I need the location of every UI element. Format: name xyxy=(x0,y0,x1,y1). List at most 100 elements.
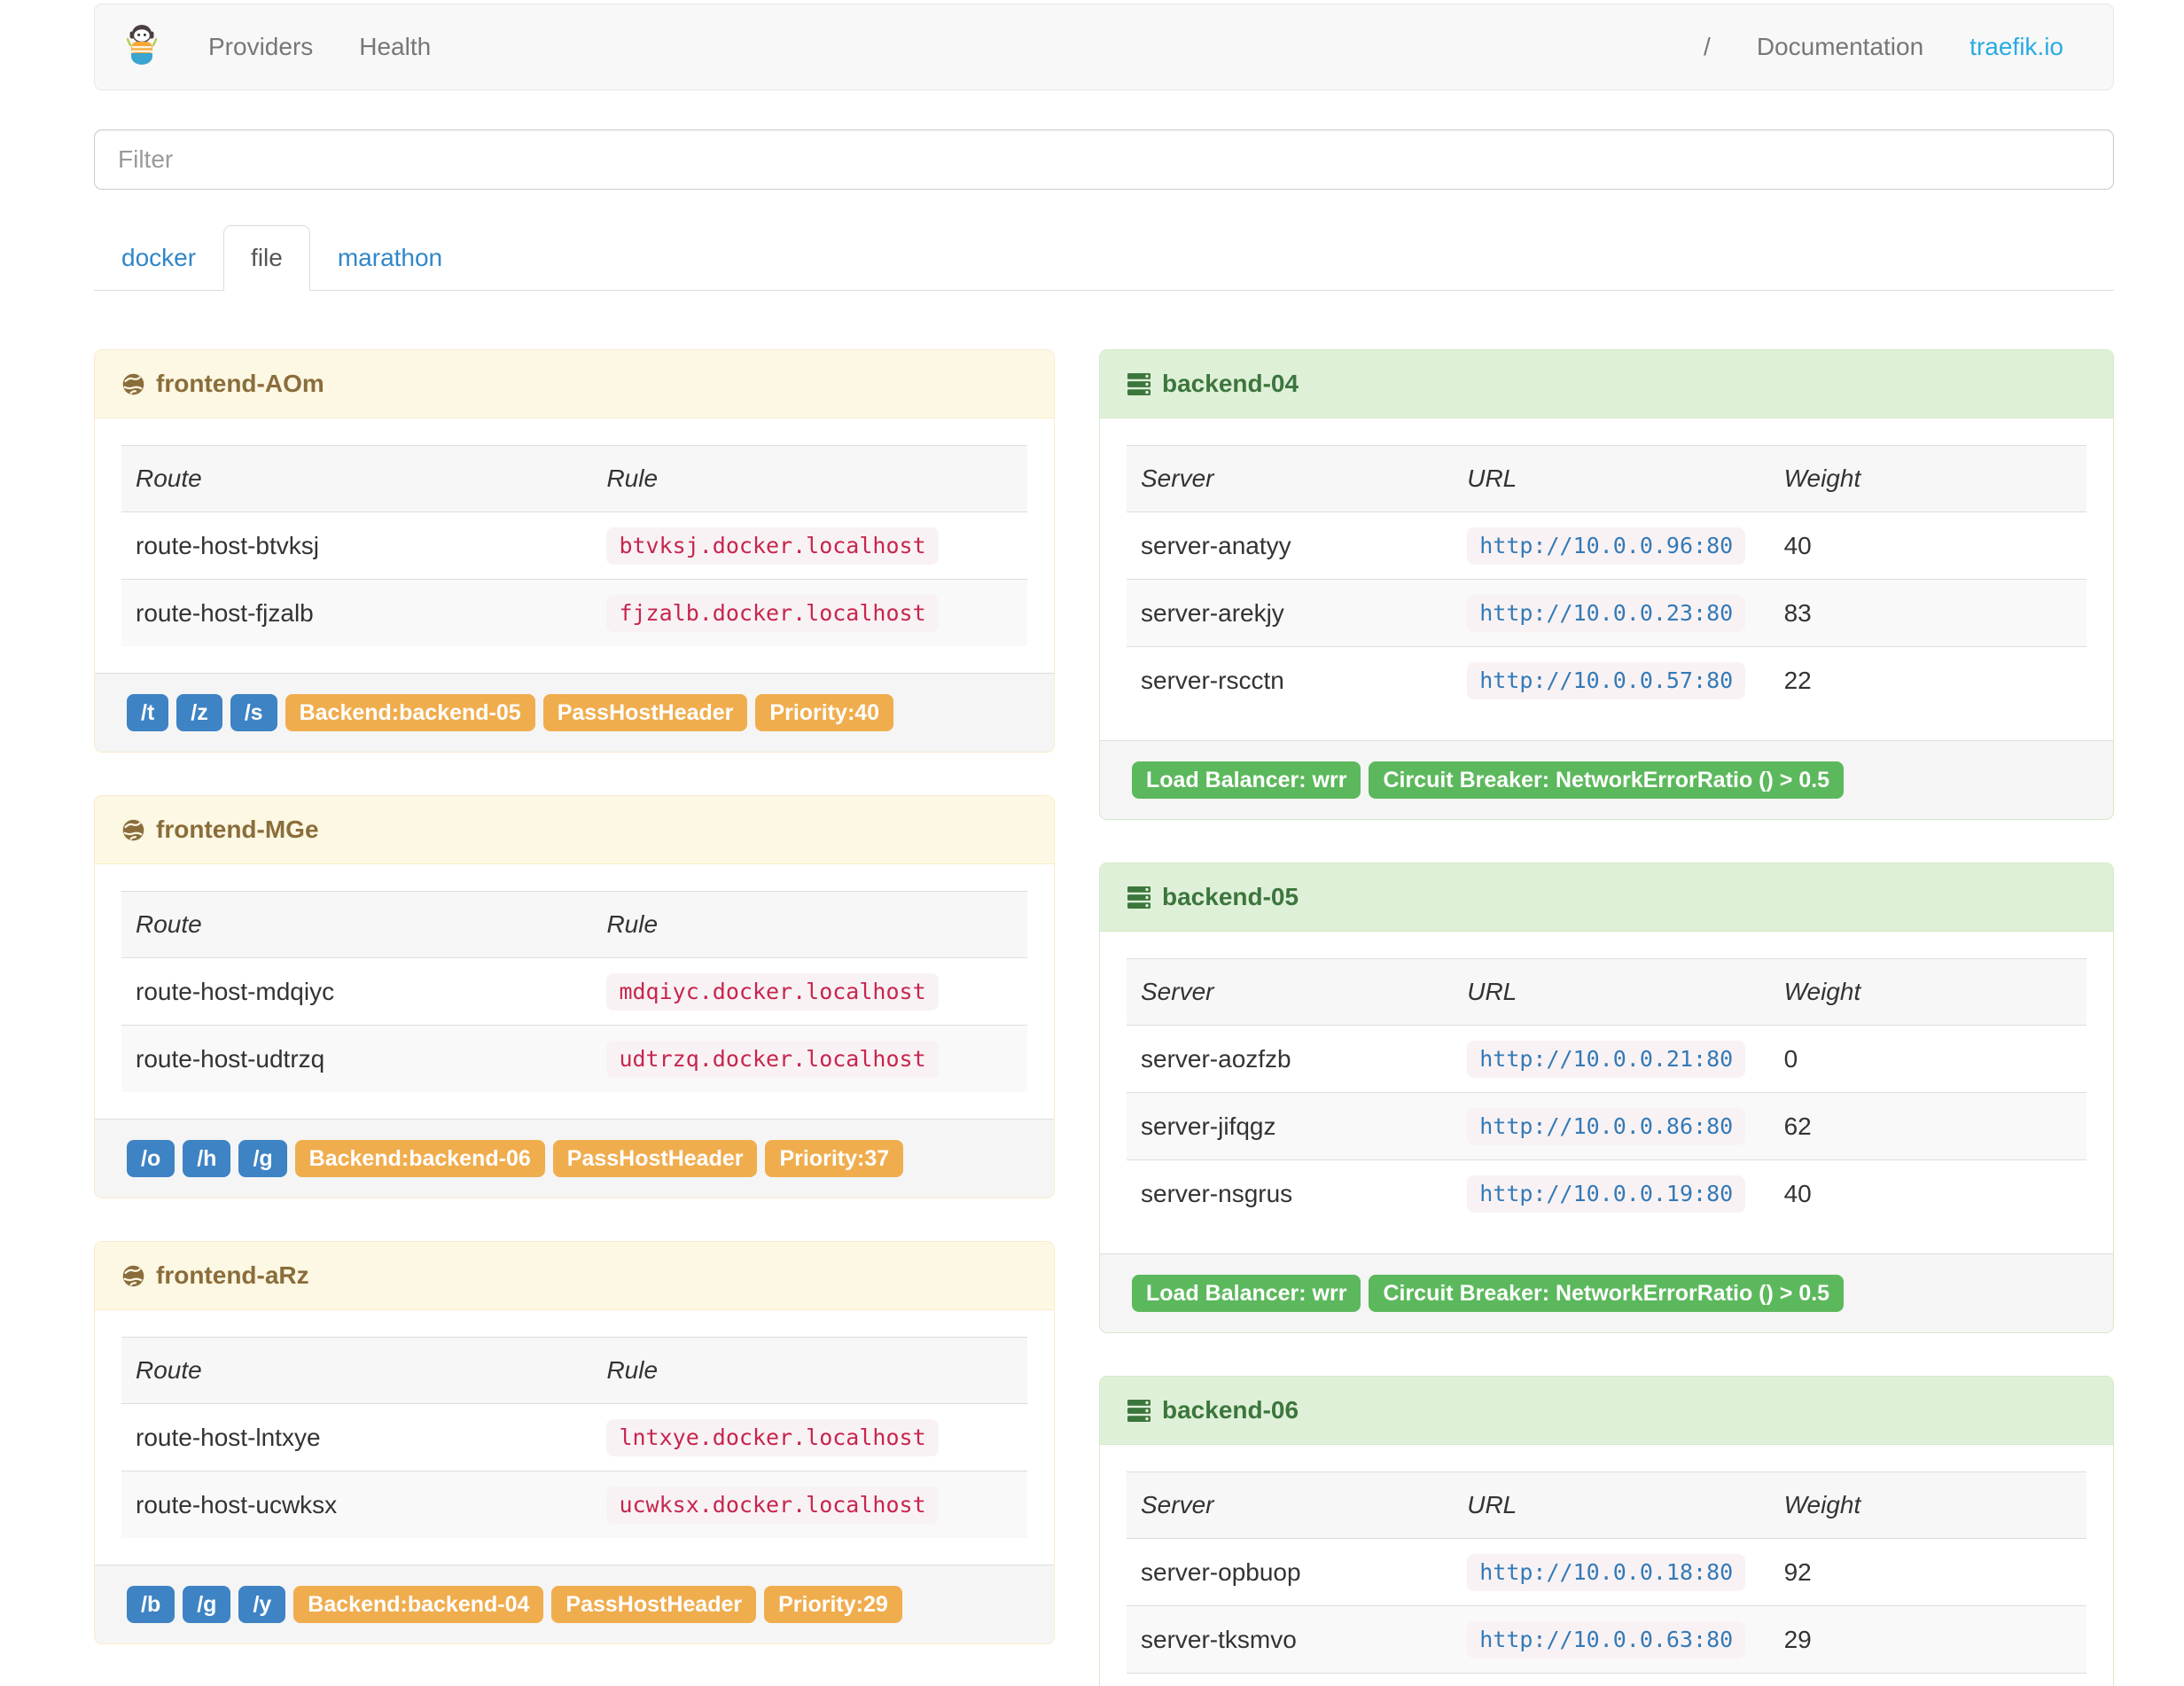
routes-table-header-row: Route Rule xyxy=(121,891,1027,958)
column-header-rule: Rule xyxy=(592,1337,1027,1404)
server-weight: 0 xyxy=(1783,1044,1798,1073)
backend-config-badge: Load Balancer: wrr xyxy=(1132,1275,1361,1312)
frontend-tag-badge: Priority:40 xyxy=(755,694,894,731)
entrypoint-badge: /t xyxy=(127,694,169,731)
server-url-cell: http://10.0.0.23:80 xyxy=(1453,579,1770,647)
frontend-card-body: Route Rule route-host-lntxye lntxye.docke… xyxy=(95,1310,1054,1565)
frontend-name: frontend-MGe xyxy=(156,816,319,843)
routes-table-header-row: Route Rule xyxy=(121,445,1027,512)
route-name: route-host-ucwksx xyxy=(121,1471,593,1538)
frontend-card-footer: /t/z/s Backend:backend-05 PassHostHeader Pr… xyxy=(95,673,1054,752)
server-weight: 62 xyxy=(1769,1092,2086,1160)
backend-card-header: backend-06 xyxy=(1100,1377,2113,1445)
backend-config-badge: Load Balancer: wrr xyxy=(1132,761,1361,799)
nav-link-documentation[interactable]: Documentation xyxy=(1734,4,1946,90)
frontend-name: frontend-aRz xyxy=(156,1261,309,1289)
backend-card-body: Server URL Weight server-opbuop http://10… xyxy=(1100,1445,2113,1686)
nav-link-health[interactable]: Health xyxy=(336,4,454,90)
server-name: server-arekjy xyxy=(1127,579,1454,647)
column-header-server: Server xyxy=(1127,445,1454,512)
filter-input[interactable] xyxy=(94,129,2114,190)
frontend-tag-badge: Priority:29 xyxy=(764,1586,902,1623)
column-header-rule: Rule xyxy=(592,891,1027,958)
frontend-card-header: frontend-AOm xyxy=(95,350,1054,418)
server-url-link[interactable]: http://10.0.0.57:80 xyxy=(1467,662,1746,699)
server-url-cell: http://10.0.0.86:80 xyxy=(1453,1092,1770,1160)
server-weight: 57 xyxy=(1769,1673,2086,1686)
route-rule-cell: udtrzq.docker.localhost xyxy=(592,1025,1027,1092)
server-row: server-arekjy http://10.0.0.23:80 83 xyxy=(1127,579,2086,647)
frontend-tag-badge: Backend:backend-05 xyxy=(285,694,535,731)
backend-name: backend-06 xyxy=(1162,1396,1299,1424)
route-row: route-host-lntxye lntxye.docker.localhost xyxy=(121,1404,1027,1471)
backend-card-header: backend-04 xyxy=(1100,350,2113,418)
servers-table-header-row: Server URL Weight xyxy=(1127,445,2086,512)
nav-link-traefik-io[interactable]: traefik.io xyxy=(1946,4,2086,90)
nav-link-providers[interactable]: Providers xyxy=(185,4,336,90)
server-name: server-tksmvo xyxy=(1127,1605,1454,1674)
frontend-card: frontend-AOm Route Rule route-host-btvks… xyxy=(94,349,1055,753)
traefik-logo-icon xyxy=(126,24,158,71)
frontend-card-footer: /o/h/g Backend:backend-06 PassHostHeader Pr… xyxy=(95,1119,1054,1198)
server-row: server-jifqgz http://10.0.0.86:80 62 xyxy=(1127,1092,2086,1160)
route-rule-code: lntxye.docker.localhost xyxy=(606,1419,939,1456)
route-name: route-host-mdqiyc xyxy=(136,977,335,1005)
backend-card-footer: Load Balancer: wrr Circuit Breaker: Netwo… xyxy=(1100,1253,2113,1332)
tab-docker[interactable]: docker xyxy=(94,225,223,291)
column-header-url: URL xyxy=(1453,958,1770,1026)
server-url-link[interactable]: http://10.0.0.63:80 xyxy=(1467,1621,1746,1659)
tab-marathon[interactable]: marathon xyxy=(310,225,470,291)
server-weight: 92 xyxy=(1783,1557,1812,1586)
server-url-link[interactable]: http://10.0.0.18:80 xyxy=(1467,1554,1746,1591)
entrypoint-badge: /s xyxy=(230,694,277,731)
route-name: route-host-udtrzq xyxy=(121,1025,593,1092)
servers-table-header-row: Server URL Weight xyxy=(1127,1471,2086,1539)
route-rule-code: udtrzq.docker.localhost xyxy=(606,1041,939,1078)
frontend-card-header: frontend-MGe xyxy=(95,796,1054,864)
server-name: server-nsgrus xyxy=(1127,1159,1454,1227)
routes-table: Route Rule route-host-lntxye lntxye.docke… xyxy=(121,1337,1027,1538)
server-weight: 22 xyxy=(1769,646,2086,714)
entrypoint-badge: /z xyxy=(176,694,222,731)
backend-card-header: backend-05 xyxy=(1100,863,2113,932)
column-header-rule: Rule xyxy=(592,445,1027,512)
backend-card: backend-06 Server URL Weight server-opbu… xyxy=(1099,1376,2114,1686)
provider-tabs: docker file marathon xyxy=(94,225,2114,291)
brand-link[interactable] xyxy=(121,24,162,71)
routes-table-header-row: Route Rule xyxy=(121,1337,1027,1404)
tab-file-label[interactable]: file xyxy=(223,225,310,291)
route-rule-cell: mdqiyc.docker.localhost xyxy=(592,958,1027,1026)
frontend-card-body: Route Rule route-host-mdqiyc mdqiyc.docke… xyxy=(95,864,1054,1119)
server-url-cell: http://10.0.0.96:80 xyxy=(1453,512,1769,580)
servers-table: Server URL Weight server-anatyy http://10… xyxy=(1127,445,2086,714)
globe-icon xyxy=(121,1264,145,1288)
server-url-link[interactable]: http://10.0.0.23:80 xyxy=(1467,595,1746,632)
server-url-link[interactable]: http://10.0.0.19:80 xyxy=(1467,1175,1746,1213)
globe-icon xyxy=(121,818,145,842)
tab-file[interactable]: file xyxy=(223,225,310,291)
server-stack-icon xyxy=(1127,1399,1151,1423)
frontend-name: frontend-AOm xyxy=(156,370,324,397)
backend-name: backend-04 xyxy=(1162,370,1299,397)
tab-docker-label[interactable]: docker xyxy=(94,225,223,291)
server-url-link[interactable]: http://10.0.0.96:80 xyxy=(1467,527,1746,565)
backend-card: backend-04 Server URL Weight server-anat… xyxy=(1099,349,2114,820)
frontend-card-footer: /b/g/y Backend:backend-04 PassHostHeader Pr… xyxy=(95,1565,1054,1643)
server-stack-icon xyxy=(1127,372,1151,396)
column-header-route: Route xyxy=(121,1337,593,1404)
route-rule-cell: lntxye.docker.localhost xyxy=(592,1404,1027,1471)
route-row: route-host-btvksj btvksj.docker.localhost xyxy=(121,512,1027,580)
entrypoint-badge: /o xyxy=(127,1140,176,1177)
navbar: Providers Health / Documentation traefik… xyxy=(94,4,2114,90)
server-url-link[interactable]: http://10.0.0.21:80 xyxy=(1467,1041,1746,1078)
entrypoint-badge: /b xyxy=(127,1586,176,1623)
backend-name: backend-05 xyxy=(1162,883,1299,910)
server-weight: 40 xyxy=(1783,531,1812,559)
server-weight: 83 xyxy=(1769,579,2086,647)
server-url-link[interactable]: http://10.0.0.86:80 xyxy=(1467,1108,1746,1145)
tab-marathon-label[interactable]: marathon xyxy=(310,225,470,291)
route-row: route-host-udtrzq udtrzq.docker.localhost xyxy=(121,1025,1027,1092)
route-name: route-host-lntxye xyxy=(136,1423,321,1451)
frontend-tag-badge: PassHostHeader xyxy=(552,1140,758,1177)
servers-table-header-row: Server URL Weight xyxy=(1127,958,2086,1026)
